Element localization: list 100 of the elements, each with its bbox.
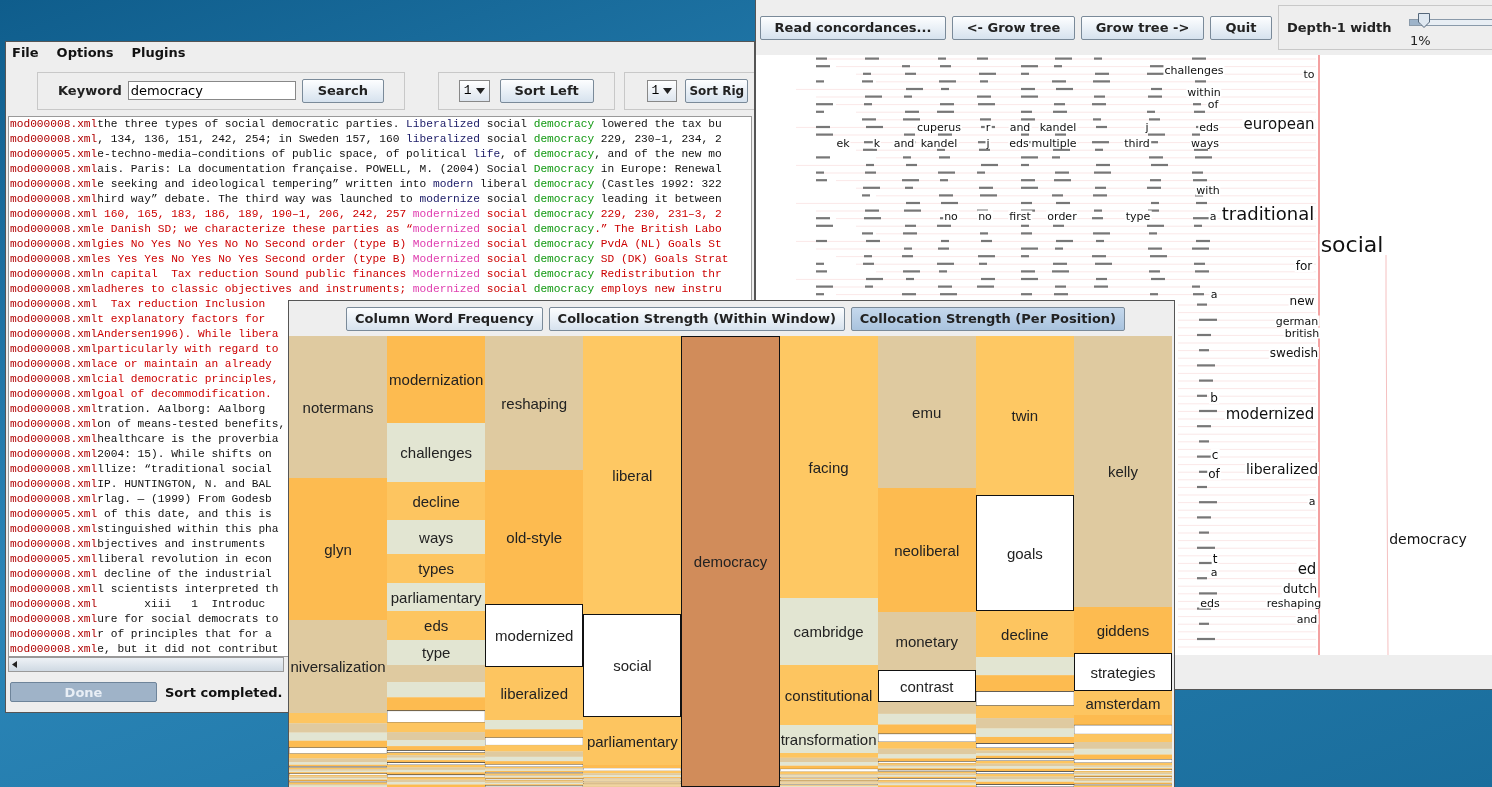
- concordance-line[interactable]: mod000008.xmlgies No Yes No Yes No No Second order (type B) Modernized social democracy PvdA (NL) Goals St: [9, 236, 722, 252]
- word-cell[interactable]: reshaping: [485, 336, 584, 470]
- word-cell[interactable]: strategies: [1073, 653, 1172, 691]
- word-cell[interactable]: parliamentary: [583, 717, 682, 765]
- word-cell[interactable]: kelly: [1073, 336, 1172, 607]
- concordance-line[interactable]: mod000008.xmlstinguished within this pha: [9, 521, 279, 537]
- word-cell[interactable]: social: [583, 614, 682, 717]
- search-button[interactable]: Search: [301, 78, 384, 103]
- menu-item[interactable]: Options: [56, 44, 114, 60]
- word-cell[interactable]: liberal: [583, 336, 682, 614]
- word-cell[interactable]: twin: [975, 336, 1074, 495]
- concordance-line[interactable]: mod000008.xmlparticularly with regard to: [9, 341, 279, 357]
- word-cell[interactable]: facing: [779, 336, 878, 598]
- word-cell[interactable]: niversalization: [289, 620, 388, 713]
- toolbar-button[interactable]: Quit: [1210, 15, 1272, 40]
- concordance-line[interactable]: mod000008.xmlon of means-tested benefits,: [9, 416, 286, 432]
- depth-dropdown[interactable]: 1: [646, 79, 678, 102]
- word-cell[interactable]: old-style: [485, 470, 584, 604]
- concordance-line[interactable]: mod000005.xmlliberal revolution in econ: [9, 551, 272, 567]
- concordance-line[interactable]: mod000008.xmladheres to classic objectives and instruments; modernized social democracy employs new instru: [9, 281, 722, 297]
- word-cell[interactable]: decline: [387, 482, 486, 520]
- view-tab[interactable]: Collocation Strength (Per Position): [850, 306, 1126, 331]
- toolbar-button[interactable]: Grow tree ->: [1081, 15, 1204, 40]
- concordance-line[interactable]: mod000008.xmlbjectives and instruments: [9, 536, 266, 552]
- concordance-line[interactable]: mod000008.xmlt explanatory factors for: [9, 311, 266, 327]
- concordance-line[interactable]: mod000008.xmlace or maintain an already: [9, 356, 272, 372]
- concordance-line[interactable]: mod000008.xmlure for social democrats to: [9, 611, 279, 627]
- menu-item[interactable]: File: [12, 44, 39, 60]
- word-cell[interactable]: decline: [975, 611, 1074, 657]
- word-cell[interactable]: ways: [387, 520, 486, 554]
- word-cell[interactable]: liberalized: [485, 667, 584, 720]
- tree-word: within: [1186, 86, 1222, 98]
- concordance-line[interactable]: mod000008.xmlr of principles that for a: [9, 626, 272, 642]
- word-cell[interactable]: giddens: [1073, 607, 1172, 653]
- tree-word: challenges: [1163, 64, 1225, 76]
- concordance-line[interactable]: mod000008.xmlhealthcare is the proverbia: [9, 431, 279, 447]
- tree-word: modernized: [1224, 406, 1316, 422]
- word-cell[interactable]: contrast: [877, 670, 976, 702]
- tree-word: eds: [1198, 121, 1220, 133]
- tree-word: t: [1211, 553, 1219, 565]
- tree-word: multiple: [1030, 137, 1078, 149]
- word-cell[interactable]: notermans: [289, 336, 388, 478]
- word-cell[interactable]: emu: [877, 336, 976, 488]
- depth-dropdown[interactable]: 1: [458, 79, 490, 102]
- word-cell[interactable]: glyn: [289, 478, 388, 620]
- word-cell[interactable]: modernization: [387, 336, 486, 423]
- concordance-line[interactable]: mod000008.xml decline of the industrial: [9, 566, 272, 582]
- tree-word: and: [1008, 121, 1032, 133]
- concordance-line[interactable]: mod000008.xml xiii 1 Introduc: [9, 596, 266, 612]
- concordance-line[interactable]: mod000005.xml of this date, and this is: [9, 506, 272, 522]
- concordance-line[interactable]: mod000008.xmlIP. HUNTINGTON, N. and BAL: [9, 476, 272, 492]
- tree-word: liberalized: [1244, 462, 1320, 476]
- concordance-line[interactable]: mod000008.xmlAndersen1996). While libera: [9, 326, 279, 342]
- concordance-line[interactable]: mod000008.xml Tax reduction Inclusion: [9, 296, 266, 312]
- view-tab[interactable]: Column Word Frequency: [345, 306, 543, 331]
- concordance-line[interactable]: mod000008.xml 160, 165, 183, 186, 189, 190–1, 206, 242, 257 modernized social democracy 229, 230, 231–3, 2: [9, 206, 722, 222]
- concordance-line[interactable]: mod000008.xmle Danish SD; we characterize these parties as “modernized social democracy.” The British Labo: [9, 221, 722, 237]
- concordance-line[interactable]: mod000008.xmle seeking and ideological tempering” written into modern liberal democracy (Castles 1992: 322: [9, 176, 722, 192]
- sort-button[interactable]: Sort Left: [499, 78, 594, 103]
- menu-item[interactable]: Plugins: [131, 44, 186, 60]
- concordance-line[interactable]: mod000008.xmlrlag. — (1999) From Godesb: [9, 491, 272, 507]
- word-cell[interactable]: constitutional: [779, 665, 878, 725]
- word-cell[interactable]: type: [387, 640, 486, 665]
- word-cell[interactable]: neoliberal: [877, 488, 976, 612]
- word-cell[interactable]: modernized: [485, 604, 584, 667]
- tree-word: to: [1302, 68, 1316, 80]
- concordance-line[interactable]: mod000008.xmlllize: “traditional social: [9, 461, 272, 477]
- horizontal-scrollbar[interactable]: [8, 657, 284, 672]
- word-cell[interactable]: cambridge: [779, 598, 878, 665]
- width-slider[interactable]: [1409, 13, 1492, 29]
- slider-thumb[interactable]: [1417, 13, 1430, 28]
- concordance-line[interactable]: mod000008.xmles Yes Yes No Yes No Yes Second order (type B) Modernized social democracy SD (DK) Goals Strat: [9, 251, 729, 267]
- word-cell[interactable]: goals: [975, 495, 1074, 611]
- concordance-line[interactable]: mod000008.xmltration. Aalborg: Aalborg: [9, 401, 266, 417]
- concordance-line[interactable]: mod000008.xml, 134, 136, 151, 242, 254; in Sweden 157, 160 liberalized social democracy 229, 230–1, 234, 2: [9, 131, 722, 147]
- sort-button[interactable]: Sort Rig: [685, 78, 749, 103]
- keyword-field[interactable]: democracy: [127, 81, 296, 101]
- toolbar-button[interactable]: Read concordances...: [760, 15, 946, 40]
- toolbar-button[interactable]: <- Grow tree: [952, 15, 1075, 40]
- slider-label: Depth-1 width: [1287, 20, 1392, 35]
- concordance-line[interactable]: mod000008.xmlthe three types of social democratic parties. Liberalized social democracy lowered the tax bu: [9, 116, 722, 132]
- concordance-line[interactable]: mod000008.xmlhird way” debate. The third way was launched to modernize social democracy leading it between: [9, 191, 722, 207]
- concordance-line[interactable]: mod000008.xmle, but it did not contribut: [9, 641, 279, 656]
- concordance-line[interactable]: mod000008.xmlcial democratic principles,: [9, 371, 279, 387]
- tree-word: of: [1206, 98, 1220, 110]
- word-cell[interactable]: monetary: [877, 612, 976, 670]
- word-cell[interactable]: transformation: [779, 725, 878, 753]
- word-cell[interactable]: amsterdam: [1073, 691, 1172, 715]
- view-tab[interactable]: Collocation Strength (Within Window): [548, 306, 845, 331]
- concordance-line[interactable]: mod000008.xmll scientists interpreted th: [9, 581, 279, 597]
- concordance-line[interactable]: mod000008.xmln capital Tax reduction Sound public finances Modernized social democracy Redistribution thr: [9, 266, 722, 282]
- word-cell[interactable]: parliamentary: [387, 583, 486, 611]
- word-cell[interactable]: types: [387, 554, 486, 583]
- word-cell[interactable]: democracy: [681, 336, 780, 787]
- word-cell[interactable]: eds: [387, 611, 486, 640]
- concordance-line[interactable]: mod000008.xmlais. Paris: La documentation française. POWELL, M. (2004) Social Democracy in Europe: Renewal: [9, 161, 722, 177]
- concordance-line[interactable]: mod000008.xmlgoal of decommodification.: [9, 386, 272, 402]
- concordance-line[interactable]: mod000005.xmle-techno-media–conditions of public space, of political life, of democracy, and of the new mo: [9, 146, 722, 162]
- concordance-line[interactable]: mod000008.xml2004: 15). While shifts on: [9, 446, 272, 462]
- word-cell[interactable]: challenges: [387, 423, 486, 482]
